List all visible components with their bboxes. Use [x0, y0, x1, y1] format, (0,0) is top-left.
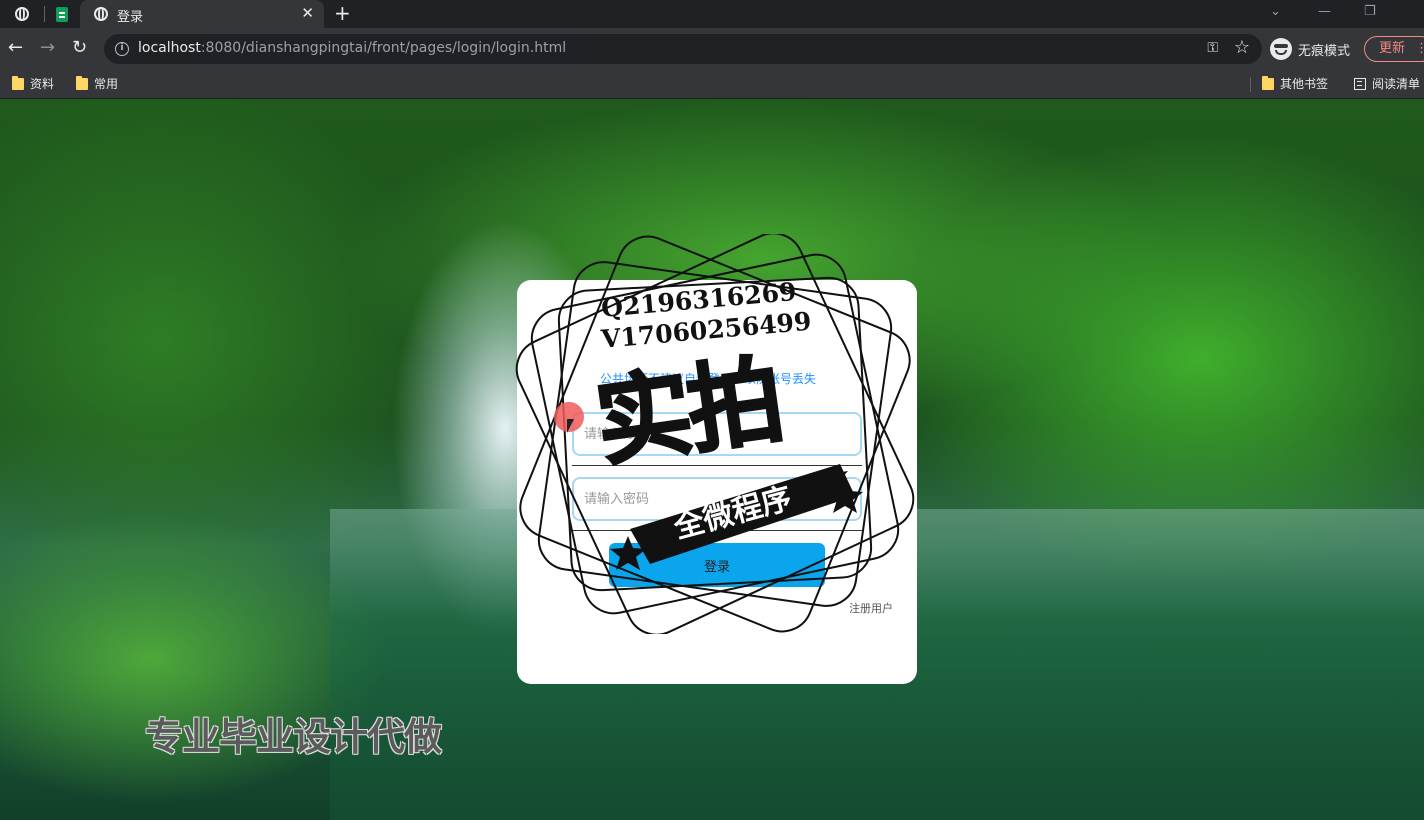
menu-dots-icon[interactable]: ⋮	[1415, 41, 1424, 56]
restore-button[interactable]: ❐	[1364, 4, 1376, 19]
address-bar[interactable]: i localhost:8080/dianshangpingtai/front/…	[104, 34, 1262, 64]
spreadsheet-icon	[56, 6, 68, 22]
bookmarks-separator	[1250, 77, 1251, 92]
other-bookmarks[interactable]: 其他书签	[1262, 75, 1328, 92]
globe-icon	[15, 7, 29, 21]
tab-separator	[44, 6, 45, 22]
active-tab[interactable]: 登录 ✕	[80, 0, 324, 28]
bookmark-folder-changyong[interactable]: 常用	[76, 75, 118, 92]
reading-list-icon	[1354, 77, 1366, 90]
watermark-big-text: 实拍	[588, 343, 788, 482]
bookmark-label: 资料	[30, 77, 55, 91]
globe-icon	[94, 7, 108, 21]
folder-icon	[76, 75, 88, 90]
new-tab-button[interactable]: +	[334, 1, 351, 25]
incognito-icon	[1270, 38, 1292, 60]
forward-button[interactable]: →	[40, 38, 55, 58]
url-text[interactable]: localhost:8080/dianshangpingtai/front/pa…	[138, 40, 566, 56]
pinned-tab-sheets[interactable]	[52, 4, 72, 24]
incognito-label: 无痕模式	[1298, 43, 1351, 59]
bookmarks-bar: 资料 常用 其他书签 阅读清单	[0, 70, 1424, 99]
reading-list[interactable]: 阅读清单	[1354, 75, 1420, 92]
bookmark-star-icon[interactable]: ☆	[1234, 37, 1250, 58]
incognito-indicator[interactable]: 无痕模式	[1270, 36, 1350, 62]
tab-search-icon[interactable]: ⌄	[1270, 4, 1281, 19]
bookmark-folder-ziliao[interactable]: 资料	[12, 75, 54, 92]
folder-icon	[12, 75, 24, 90]
mouse-cursor-icon	[567, 419, 574, 433]
key-icon[interactable]: ⚿	[1207, 40, 1218, 56]
site-info-icon[interactable]: i	[115, 42, 129, 56]
reload-button[interactable]: ↻	[72, 38, 87, 58]
folder-icon	[1262, 75, 1274, 90]
bottom-caption: 专业毕业设计代做	[145, 715, 442, 759]
minimize-button[interactable]: —	[1318, 4, 1331, 19]
browser-toolbar: ← → ↻ i localhost:8080/dianshangpingtai/…	[0, 28, 1424, 70]
tab-strip: 登录 ✕ + ⌄ — ❐	[0, 0, 1424, 28]
close-tab-icon[interactable]: ✕	[301, 4, 314, 22]
update-button[interactable]: 更新 ⋮	[1364, 36, 1424, 62]
bookmark-label: 常用	[94, 77, 119, 91]
tab-title: 登录	[117, 10, 144, 25]
other-bookmarks-label: 其他书签	[1280, 77, 1329, 91]
back-button[interactable]: ←	[8, 38, 23, 58]
pinned-tab-globe[interactable]	[12, 4, 32, 24]
reading-list-label: 阅读清单	[1372, 77, 1421, 91]
